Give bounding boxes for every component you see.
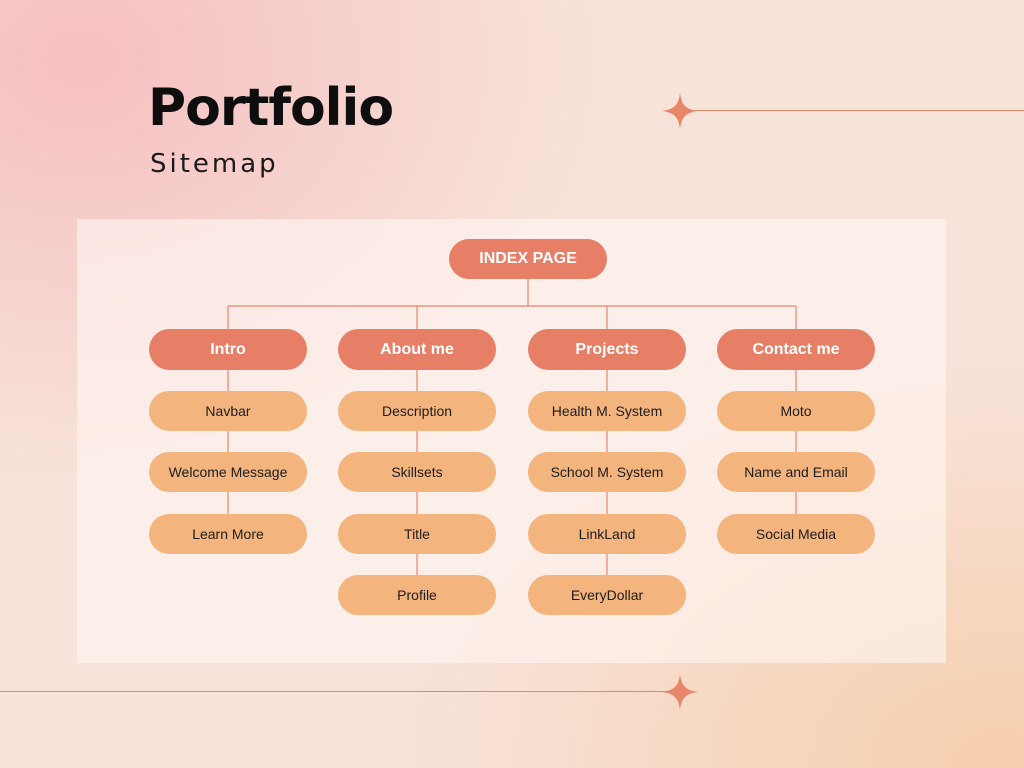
section-about-me: About me <box>338 329 496 370</box>
page-node-health-m-system: Health M. System <box>528 391 686 431</box>
page-subtitle: Sitemap <box>150 149 279 179</box>
page-node-social-media: Social Media <box>717 514 875 554</box>
divider-line-bottom <box>0 691 670 692</box>
page-node-welcome-message: Welcome Message <box>149 452 307 492</box>
page-node-description: Description <box>338 391 496 431</box>
section-projects: Projects <box>528 329 686 370</box>
page-node-school-m-system: School M. System <box>528 452 686 492</box>
page-node-title: Title <box>338 514 496 554</box>
page-node-profile: Profile <box>338 575 496 615</box>
divider-line-top <box>695 110 1024 111</box>
section-intro: Intro <box>149 329 307 370</box>
section-contact-me: Contact me <box>717 329 875 370</box>
sparkle-icon <box>662 93 698 129</box>
page-node-skillsets: Skillsets <box>338 452 496 492</box>
page-node-learn-more: Learn More <box>149 514 307 554</box>
page-node-everydollar: EveryDollar <box>528 575 686 615</box>
page-node-moto: Moto <box>717 391 875 431</box>
sparkle-icon <box>662 674 698 710</box>
page-title: Portfolio <box>148 78 394 138</box>
page-node-linkland: LinkLand <box>528 514 686 554</box>
sitemap-panel <box>77 219 946 663</box>
page-node-navbar: Navbar <box>149 391 307 431</box>
page-node-name-and-email: Name and Email <box>717 452 875 492</box>
index-page-node: INDEX PAGE <box>449 239 607 279</box>
